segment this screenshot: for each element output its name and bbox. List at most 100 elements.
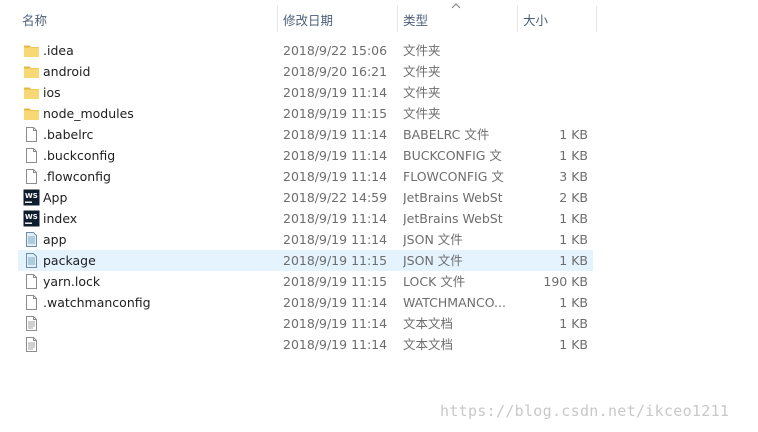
- text-file-icon: [23, 336, 40, 353]
- file-modified-date: 2018/9/19 11:14: [283, 127, 388, 142]
- file-size: [518, 61, 588, 82]
- file-modified-date: 2018/9/19 11:14: [283, 232, 388, 247]
- json-file-icon: [23, 231, 40, 248]
- file-name: app: [43, 232, 67, 247]
- file-size: 1 KB: [559, 211, 588, 226]
- column-header-size[interactable]: 大小: [517, 0, 597, 38]
- file-name: [43, 334, 273, 355]
- file-modified-date: 2018/9/19 11:15: [283, 106, 388, 121]
- file-type: WATCHMANCO...: [403, 295, 506, 310]
- file-row[interactable]: package 2018/9/19 11:15 JSON 文件 1 KB: [18, 250, 593, 271]
- folder-icon: [23, 105, 40, 122]
- column-header: 名称 修改日期 类型 大小: [0, 0, 758, 38]
- blank-file-icon: [23, 126, 40, 143]
- file-modified-date: 2018/9/19 11:14: [283, 148, 388, 163]
- blank-file-icon: [23, 273, 40, 290]
- file-name: android: [43, 64, 91, 79]
- file-name: .buckconfig: [43, 148, 116, 163]
- file-row[interactable]: app 2018/9/19 11:14 JSON 文件 1 KB: [18, 229, 593, 250]
- column-divider: [596, 6, 597, 32]
- file-row[interactable]: .babelrc 2018/9/19 11:14 BABELRC 文件 1 KB: [18, 124, 593, 145]
- folder-icon: [23, 84, 40, 101]
- file-modified-date: 2018/9/19 11:15: [283, 274, 388, 289]
- file-modified-date: 2018/9/19 11:15: [283, 253, 388, 268]
- file-name: .watchmanconfig: [43, 295, 151, 310]
- file-name: App: [43, 190, 68, 205]
- file-row[interactable]: 2018/9/19 11:14 文本文档 1 KB: [18, 313, 593, 334]
- file-row[interactable]: ios 2018/9/19 11:14 文件夹: [18, 82, 593, 103]
- file-modified-date: 2018/9/22 15:06: [283, 43, 388, 58]
- file-size: [518, 82, 588, 103]
- file-row[interactable]: .watchmanconfig 2018/9/19 11:14 WATCHMANCO…: [18, 292, 593, 313]
- blank-file-icon: [23, 294, 40, 311]
- file-row[interactable]: WS App 2018/9/22 14:59 JetBrains WebSt 2 KB: [18, 187, 593, 208]
- file-name: .flowconfig: [43, 169, 111, 184]
- file-size: [518, 103, 588, 124]
- file-row[interactable]: 2018/9/19 11:14 文本文档 1 KB: [18, 334, 593, 355]
- svg-text:WS: WS: [25, 213, 38, 221]
- file-name: ios: [43, 85, 61, 100]
- column-header-date-label: 修改日期: [283, 12, 334, 28]
- file-row[interactable]: yarn.lock 2018/9/19 11:15 LOCK 文件 190 KB: [18, 271, 593, 292]
- column-header-date[interactable]: 修改日期: [277, 0, 396, 38]
- column-header-type-label: 类型: [403, 12, 429, 28]
- file-type: 文件夹: [403, 85, 441, 100]
- file-type: BUCKCONFIG 文: [403, 148, 502, 163]
- file-modified-date: 2018/9/19 11:14: [283, 85, 388, 100]
- column-header-size-label: 大小: [523, 12, 549, 28]
- file-name: index: [43, 211, 78, 226]
- file-row[interactable]: .buckconfig 2018/9/19 11:14 BUCKCONFIG 文 1 …: [18, 145, 593, 166]
- file-size: 1 KB: [559, 295, 588, 310]
- svg-text:WS: WS: [25, 192, 38, 200]
- json-file-icon: [23, 252, 40, 269]
- file-row[interactable]: .flowconfig 2018/9/19 11:14 FLOWCONFIG 文 3 …: [18, 166, 593, 187]
- webstorm-icon: WS: [23, 189, 40, 206]
- blank-file-icon: [23, 168, 40, 185]
- sort-ascending-icon: [451, 3, 461, 9]
- folder-icon: [23, 63, 40, 80]
- file-modified-date: 2018/9/19 11:14: [283, 295, 388, 310]
- file-type: JetBrains WebSt: [403, 211, 503, 226]
- file-modified-date: 2018/9/20 16:21: [283, 64, 388, 79]
- file-name: package: [43, 253, 96, 268]
- file-name: .idea: [43, 43, 74, 58]
- file-size: 1 KB: [559, 232, 588, 247]
- file-type: JSON 文件: [403, 232, 463, 247]
- file-row[interactable]: .idea 2018/9/22 15:06 文件夹: [18, 40, 593, 61]
- file-name: node_modules: [43, 106, 134, 121]
- file-size: 1 KB: [559, 253, 588, 268]
- file-size: 1 KB: [559, 127, 588, 142]
- file-row[interactable]: WS index 2018/9/19 11:14 JetBrains WebSt 1 K…: [18, 208, 593, 229]
- file-type: 文件夹: [403, 64, 441, 79]
- file-modified-date: 2018/9/22 14:59: [283, 190, 388, 205]
- file-modified-date: 2018/9/19 11:14: [283, 337, 388, 352]
- column-header-name[interactable]: 名称: [16, 0, 276, 38]
- file-name: [43, 313, 273, 334]
- file-size: 1 KB: [559, 316, 588, 331]
- file-modified-date: 2018/9/19 11:14: [283, 316, 388, 331]
- file-modified-date: 2018/9/19 11:14: [283, 211, 388, 226]
- file-row[interactable]: node_modules 2018/9/19 11:15 文件夹: [18, 103, 593, 124]
- file-type: 文件夹: [403, 106, 441, 121]
- blank-file-icon: [23, 147, 40, 164]
- webstorm-icon: WS: [23, 210, 40, 227]
- file-type: 文件夹: [403, 43, 441, 58]
- column-header-name-label: 名称: [22, 12, 48, 28]
- file-size: 190 KB: [543, 274, 588, 289]
- file-type: JSON 文件: [403, 253, 463, 268]
- file-type: BABELRC 文件: [403, 127, 490, 142]
- file-name: .babelrc: [43, 127, 94, 142]
- file-row[interactable]: android 2018/9/20 16:21 文件夹: [18, 61, 593, 82]
- file-type: FLOWCONFIG 文: [403, 169, 504, 184]
- file-name: yarn.lock: [43, 274, 101, 289]
- file-type: JetBrains WebSt: [403, 190, 503, 205]
- file-size: 2 KB: [559, 190, 588, 205]
- watermark-text: https://blog.csdn.net/ikceo1211: [440, 402, 730, 420]
- folder-icon: [23, 42, 40, 59]
- file-size: 1 KB: [559, 148, 588, 163]
- text-file-icon: [23, 315, 40, 332]
- file-size: 3 KB: [559, 169, 588, 184]
- file-type: 文本文档: [403, 316, 454, 331]
- file-type: 文本文档: [403, 337, 454, 352]
- file-modified-date: 2018/9/19 11:14: [283, 169, 388, 184]
